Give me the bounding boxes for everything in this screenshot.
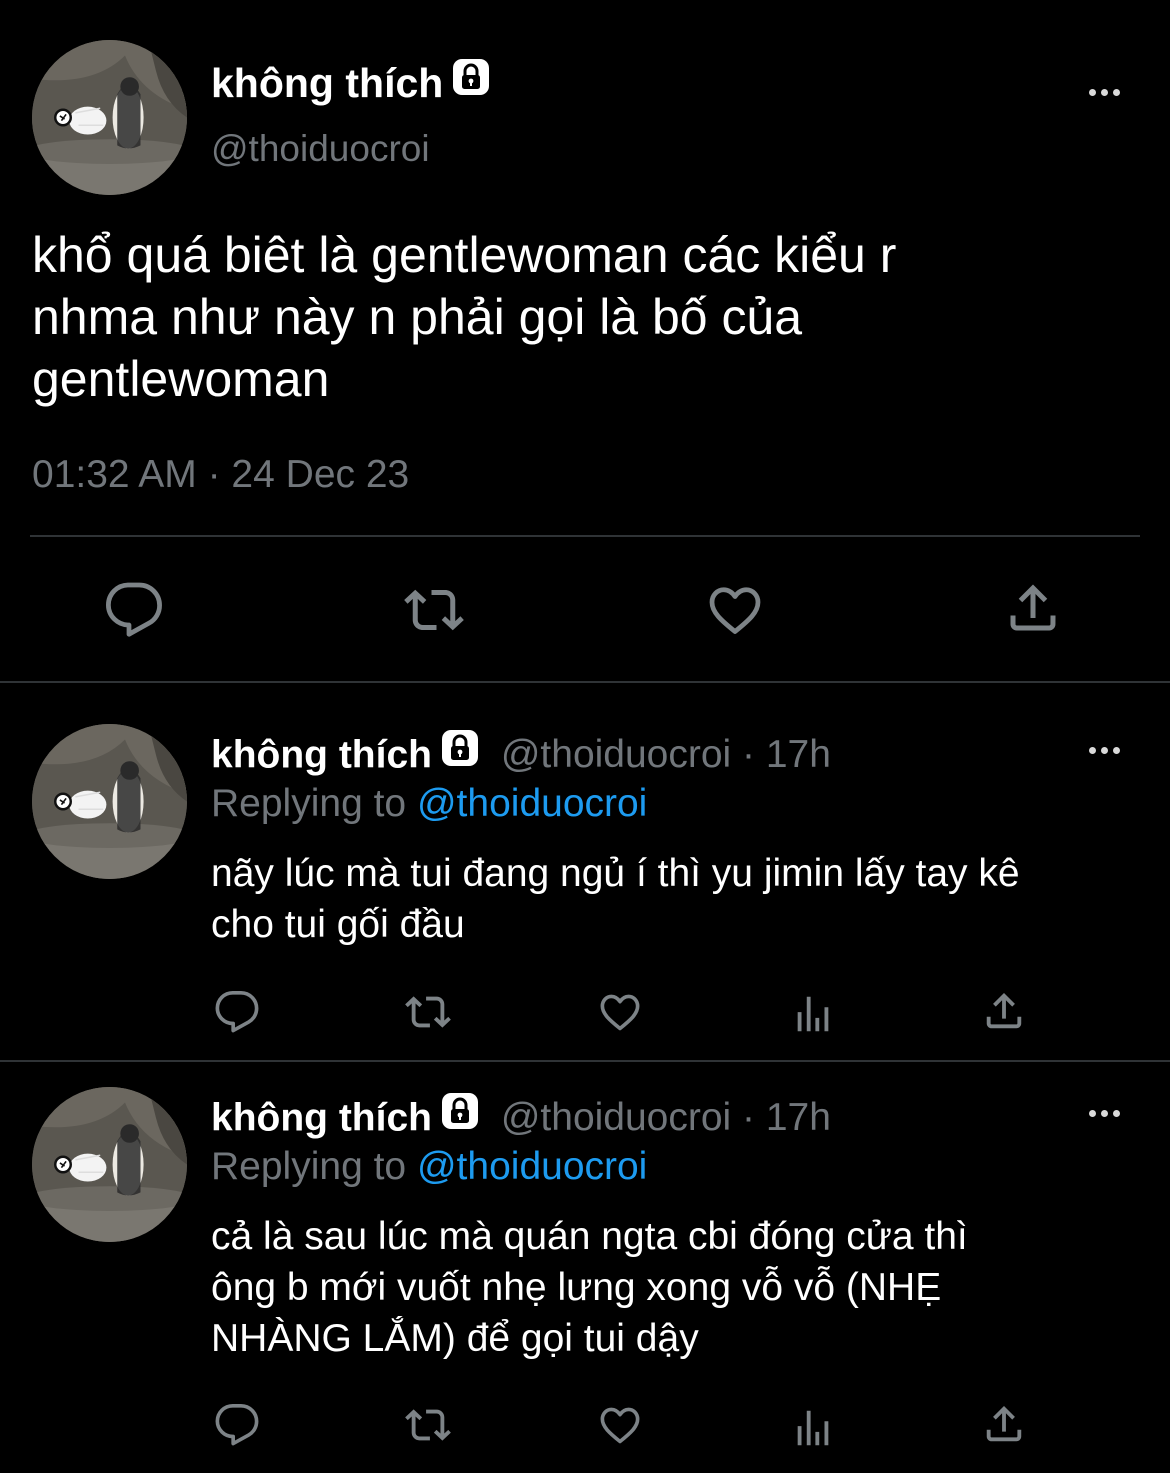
retweet-icon[interactable] <box>405 1402 451 1448</box>
divider <box>0 1060 1170 1062</box>
timestamp[interactable]: 01:32 AM · 24 Dec 23 <box>32 453 409 497</box>
tweet-text-line: nhma như này n phải gọi là bố của <box>32 289 803 345</box>
more-options-icon[interactable] <box>1089 747 1120 754</box>
tweet-text-line: khổ quá biêt là gentlewoman các kiểu r <box>32 227 897 283</box>
handle[interactable]: @thoiduocroi <box>211 128 430 170</box>
replying-to: Replying to @thoiduocroi <box>211 782 647 826</box>
like-icon[interactable] <box>597 989 643 1035</box>
tweet-text: cả là sau lúc mà quán ngta cbi đóng cửa … <box>211 1211 968 1364</box>
divider <box>0 681 1170 683</box>
reply-icon[interactable] <box>214 989 260 1035</box>
reply-header: không thích @thoiduocroi · 17h <box>211 732 831 782</box>
tweet-text: khổ quá biêt là gentlewoman các kiểu r n… <box>32 224 896 410</box>
tweet-text: nãy lúc mà tui đang ngủ í thì yu jimin l… <box>211 848 1020 950</box>
tweet-text-line: cho tui gối đầu <box>211 903 465 946</box>
replying-to-link[interactable]: @thoiduocroi <box>417 782 647 825</box>
share-icon[interactable] <box>1003 578 1063 638</box>
lock-icon <box>440 1091 480 1141</box>
display-name[interactable]: không thích <box>211 733 432 776</box>
replying-to: Replying to @thoiduocroi <box>211 1145 647 1189</box>
avatar[interactable] <box>32 724 187 879</box>
reply-icon[interactable] <box>214 1402 260 1448</box>
tweet-text-line: ông b mới vuốt nhẹ lưng xong vỗ vỗ (NHẸ <box>211 1266 942 1309</box>
replying-label: Replying to <box>211 1145 407 1188</box>
like-icon[interactable] <box>705 580 765 640</box>
share-icon[interactable] <box>981 1401 1027 1447</box>
replying-label: Replying to <box>211 782 407 825</box>
lock-icon <box>440 728 480 778</box>
views-icon[interactable] <box>790 1405 836 1451</box>
display-name[interactable]: không thích <box>211 60 491 111</box>
share-icon[interactable] <box>981 988 1027 1034</box>
tweet-text-line: cả là sau lúc mà quán ngta cbi đóng cửa … <box>211 1215 968 1258</box>
more-options-icon[interactable] <box>1089 1110 1120 1117</box>
reply-icon[interactable] <box>104 580 164 640</box>
more-options-icon[interactable] <box>1089 89 1120 96</box>
avatar[interactable] <box>32 40 187 195</box>
reply-header: không thích @thoiduocroi · 17h <box>211 1095 831 1145</box>
tweet-text-line: gentlewoman <box>32 351 330 407</box>
views-icon[interactable] <box>790 991 836 1037</box>
tweet-text-line: NHÀNG LẮM) để gọi tui dậy <box>211 1317 699 1360</box>
tweet-text-line: nãy lúc mà tui đang ngủ í thì yu jimin l… <box>211 852 1020 895</box>
divider <box>30 535 1140 537</box>
retweet-icon[interactable] <box>405 989 451 1035</box>
like-icon[interactable] <box>597 1402 643 1448</box>
handle-time[interactable]: @thoiduocroi · 17h <box>501 1096 831 1139</box>
replying-to-link[interactable]: @thoiduocroi <box>417 1145 647 1188</box>
handle-time[interactable]: @thoiduocroi · 17h <box>501 733 831 776</box>
avatar[interactable] <box>32 1087 187 1242</box>
retweet-icon[interactable] <box>404 580 464 640</box>
display-name[interactable]: không thích <box>211 1096 432 1139</box>
lock-icon <box>451 57 491 107</box>
